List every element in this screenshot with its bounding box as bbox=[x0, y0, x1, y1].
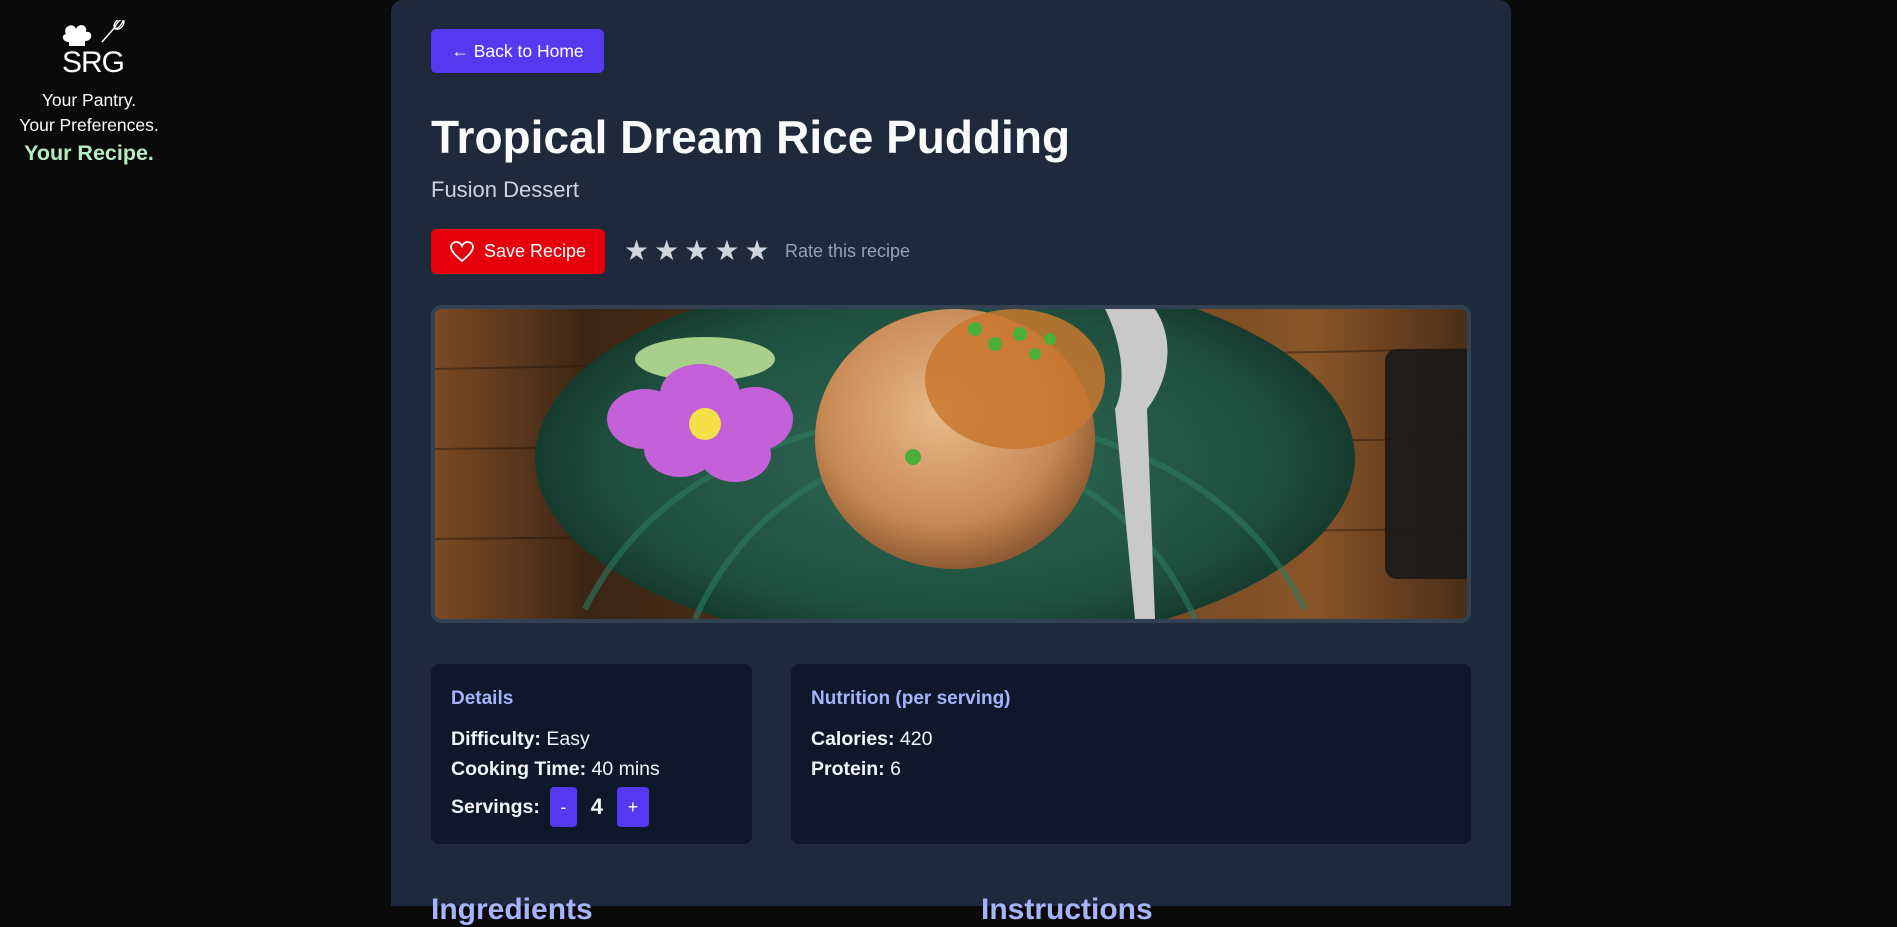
rate-prompt: Rate this recipe bbox=[785, 241, 911, 261]
recipe-title: Tropical Dream Rice Pudding bbox=[431, 111, 1071, 163]
recipe-card: ← Back to Home Tropical Dream Rice Puddi… bbox=[391, 0, 1511, 926]
servings-decrement-button[interactable]: - bbox=[549, 787, 577, 827]
heart-icon bbox=[450, 240, 474, 262]
servings-row: Servings: - 4 + bbox=[451, 787, 732, 827]
ingredients-heading: Ingredients bbox=[431, 893, 593, 926]
calories-value: 420 bbox=[899, 728, 933, 750]
servings-value: 4 bbox=[590, 794, 603, 819]
instructions-heading: Instructions bbox=[981, 893, 1153, 926]
logo-text: SRG bbox=[62, 46, 125, 79]
details-heading: Details bbox=[451, 688, 514, 709]
tagline-recipe: Your Recipe. bbox=[24, 141, 154, 165]
details-panel: Details Difficulty: Easy Cooking Time: 4… bbox=[431, 664, 752, 844]
star-icon[interactable]: ★ bbox=[684, 235, 709, 267]
protein-row: Protein: 6 bbox=[811, 754, 1451, 784]
calories-row: Calories: 420 bbox=[811, 724, 1451, 754]
nutrition-panel: Nutrition (per serving) Calories: 420 Pr… bbox=[791, 664, 1471, 844]
servings-label: Servings: bbox=[451, 796, 540, 818]
recipe-cuisine: Fusion Dessert bbox=[431, 177, 579, 202]
servings-increment-button[interactable]: + bbox=[616, 787, 649, 827]
difficulty-value: Easy bbox=[546, 728, 590, 750]
back-to-home-button[interactable]: ← Back to Home bbox=[431, 29, 604, 73]
protein-label: Protein: bbox=[811, 758, 885, 780]
star-icon[interactable]: ★ bbox=[714, 235, 739, 267]
brand-block: SRG Your Pantry. Your Preferences. Your … bbox=[0, 20, 178, 166]
food-plate-illustration bbox=[435, 309, 1467, 619]
star-icon[interactable]: ★ bbox=[624, 235, 649, 267]
save-recipe-button[interactable]: Save Recipe bbox=[431, 229, 605, 274]
srg-logo[interactable]: SRG bbox=[44, 20, 134, 82]
save-recipe-label: Save Recipe bbox=[483, 241, 587, 261]
difficulty-row: Difficulty: Easy bbox=[451, 724, 732, 754]
rating-stars[interactable]: ★ ★ ★ ★ ★ bbox=[624, 235, 770, 267]
calories-label: Calories: bbox=[811, 728, 895, 750]
cooking-time-value: 40 mins bbox=[591, 758, 660, 780]
star-icon[interactable]: ★ bbox=[654, 235, 679, 267]
difficulty-label: Difficulty: bbox=[451, 728, 541, 750]
tagline-preferences: Your Preferences. bbox=[19, 115, 159, 135]
tagline-pantry: Your Pantry. bbox=[41, 90, 137, 110]
cooking-time-row: Cooking Time: 40 mins bbox=[451, 754, 732, 784]
star-icon[interactable]: ★ bbox=[744, 235, 769, 267]
protein-value: 6 bbox=[890, 758, 901, 780]
recipe-hero-image bbox=[431, 305, 1471, 623]
nutrition-heading: Nutrition (per serving) bbox=[811, 688, 1011, 709]
cooking-time-label: Cooking Time: bbox=[451, 758, 587, 780]
